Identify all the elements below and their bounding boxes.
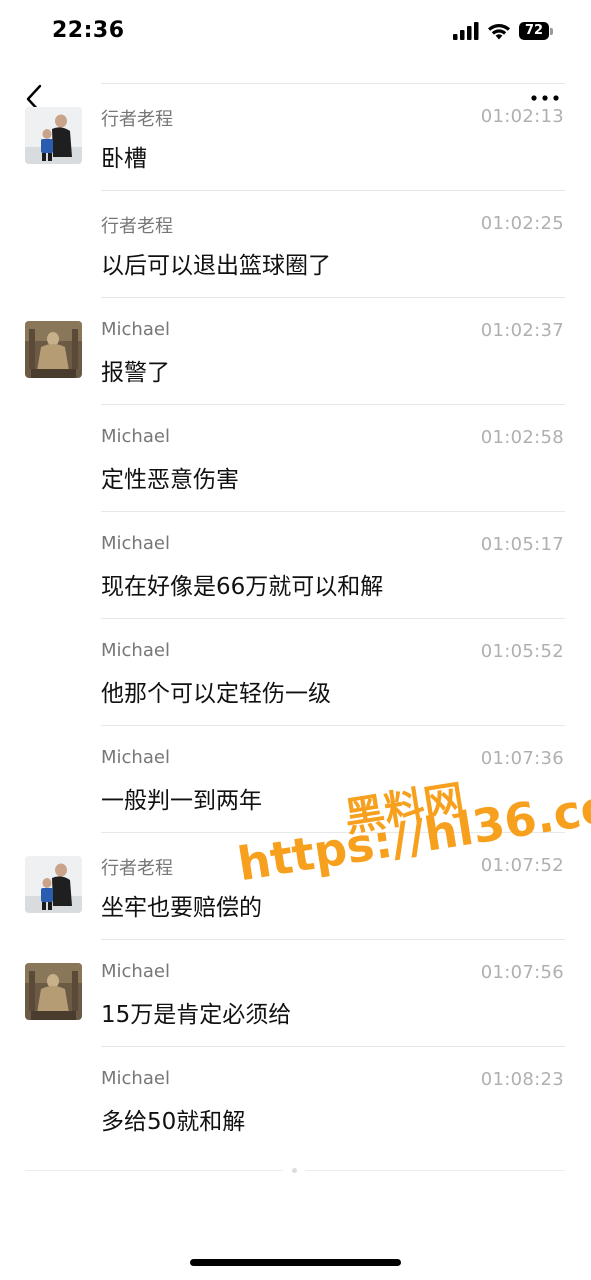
message-item[interactable]: 行者老程 01:02:25 以后可以退出篮球圈了	[0, 191, 591, 298]
avatar-photo-statue	[25, 321, 82, 378]
message-list: 行者老程 01:02:13 卧槽 行者老程 01:02:25 以后可以退出篮球圈…	[0, 84, 591, 1154]
sender-name: Michael	[101, 426, 170, 447]
status-bar: 22:36 72	[0, 0, 591, 66]
bottom-separator-right	[305, 1170, 565, 1171]
avatar-photo-statue	[25, 963, 82, 1020]
message-item[interactable]: Michael 01:02:58 定性恶意伤害	[0, 405, 591, 512]
message-time: 01:07:36	[480, 748, 564, 769]
message-item[interactable]: 行者老程 01:02:13 卧槽	[0, 84, 591, 191]
sender-name: Michael	[101, 533, 170, 554]
message-time: 01:02:13	[480, 106, 564, 127]
message-text: 一般判一到两年	[101, 788, 262, 814]
avatar[interactable]	[25, 856, 82, 913]
sender-name: 行者老程	[101, 216, 173, 237]
message-time: 01:02:37	[480, 320, 564, 341]
message-time: 01:05:52	[480, 641, 564, 662]
avatar[interactable]	[25, 963, 82, 1020]
message-text: 多给50就和解	[101, 1109, 246, 1135]
avatar[interactable]	[25, 321, 82, 378]
sender-name: Michael	[101, 747, 170, 768]
message-time: 01:07:56	[480, 962, 564, 983]
message-item[interactable]: Michael 01:07:56 15万是肯定必须给	[0, 940, 591, 1047]
message-text: 以后可以退出篮球圈了	[101, 253, 331, 279]
message-text: 定性恶意伤害	[101, 467, 239, 493]
avatar[interactable]	[25, 107, 82, 164]
home-indicator[interactable]	[190, 1259, 401, 1266]
sender-name: 行者老程	[101, 109, 173, 130]
message-text: 卧槽	[101, 146, 147, 172]
status-icons: 72	[453, 22, 553, 40]
sender-name: Michael	[101, 319, 170, 340]
message-text: 坐牢也要赔偿的	[101, 895, 262, 921]
message-item[interactable]: 行者老程 01:07:52 坐牢也要赔偿的	[0, 833, 591, 940]
sender-name: Michael	[101, 640, 170, 661]
message-item[interactable]: Michael 01:05:17 现在好像是66万就可以和解	[0, 512, 591, 619]
message-time: 01:08:23	[480, 1069, 564, 1090]
message-text: 报警了	[101, 360, 170, 386]
wifi-icon	[488, 24, 510, 40]
cellular-signal-icon	[453, 22, 479, 40]
message-time: 01:02:58	[480, 427, 564, 448]
sender-name: 行者老程	[101, 858, 173, 879]
message-text: 现在好像是66万就可以和解	[101, 574, 384, 600]
sender-name: Michael	[101, 1068, 170, 1089]
bottom-separator-left	[25, 1170, 283, 1171]
message-item[interactable]: Michael 01:08:23 多给50就和解	[0, 1047, 591, 1154]
battery-tip	[550, 28, 553, 35]
status-time: 22:36	[52, 18, 125, 43]
message-item[interactable]: Michael 01:05:52 他那个可以定轻伤一级	[0, 619, 591, 726]
message-text: 15万是肯定必须给	[101, 1002, 292, 1028]
message-time: 01:07:52	[480, 855, 564, 876]
battery-icon: 72	[519, 22, 553, 40]
bottom-separator-dot	[292, 1168, 297, 1173]
message-time: 01:02:25	[480, 213, 564, 234]
message-time: 01:05:17	[480, 534, 564, 555]
avatar-photo-person	[25, 856, 82, 913]
message-item[interactable]: Michael 01:07:36 一般判一到两年	[0, 726, 591, 833]
message-text: 他那个可以定轻伤一级	[101, 681, 331, 707]
battery-level: 72	[519, 22, 549, 40]
avatar-photo-person	[25, 107, 82, 164]
sender-name: Michael	[101, 961, 170, 982]
message-item[interactable]: Michael 01:02:37 报警了	[0, 298, 591, 405]
